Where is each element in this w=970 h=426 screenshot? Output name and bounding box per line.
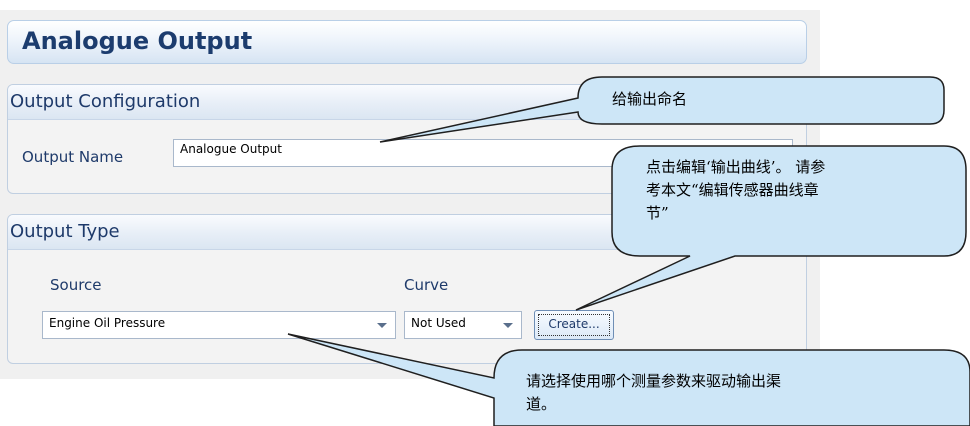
callout-curve-hint: 点击编辑‘输出曲线’。 请参 考本文“编辑传感器曲线章 节” [646, 156, 825, 225]
callout-source-hint-line: 道。 [526, 395, 557, 413]
callout-source-hint: 请选择使用哪个测量参数来驱动输出渠 道。 [526, 370, 781, 416]
callout-curve-hint-line: 节” [646, 204, 669, 222]
callout-name-hint: 给输出命名 [612, 90, 688, 108]
callout-source-hint-line: 请选择使用哪个测量参数来驱动输出渠 [526, 372, 782, 390]
callout-curve-hint-line: 点击编辑‘输出曲线’。 请参 [646, 158, 826, 176]
callout-curve-hint-line: 考本文“编辑传感器曲线章 [646, 181, 819, 199]
